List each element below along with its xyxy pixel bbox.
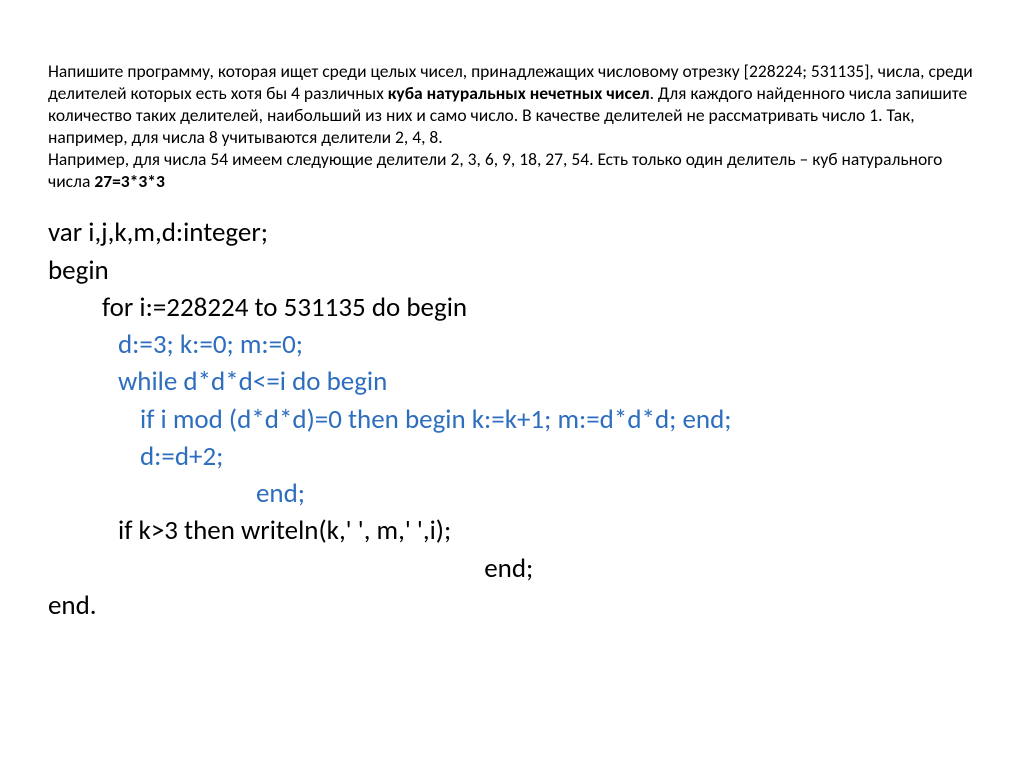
- code-line-9: if k>3 then writeln(k,' ', m,' ',i);: [48, 512, 976, 549]
- code-line-5: while d*d*d<=i do begin: [48, 363, 976, 400]
- problem-statement: Напишите программу, которая ищет среди ц…: [48, 60, 976, 192]
- code-line-10: end;: [48, 550, 976, 587]
- problem-text-bold1: куба натуральных нечетных чисел: [388, 82, 650, 104]
- code-line-6: if i mod (d*d*d)=0 then begin k:=k+1; m:…: [48, 401, 976, 438]
- code-line-2: begin: [48, 252, 976, 289]
- problem-text-2a: Например, для числа 54 имеем следующие д…: [48, 148, 942, 192]
- code-line-1: var i,j,k,m,d:integer;: [48, 214, 976, 251]
- code-line-8: end;: [48, 475, 976, 512]
- document-page: Напишите программу, которая ищет среди ц…: [0, 0, 1024, 664]
- problem-text-bold2: 27=3*3*3: [94, 170, 165, 192]
- code-line-11: end.: [48, 587, 976, 624]
- code-block: var i,j,k,m,d:integer; begin for i:=2282…: [48, 214, 976, 624]
- code-line-3: for i:=228224 to 531135 do begin: [48, 289, 976, 326]
- code-line-7: d:=d+2;: [48, 438, 976, 475]
- code-line-4: d:=3; k:=0; m:=0;: [48, 326, 976, 363]
